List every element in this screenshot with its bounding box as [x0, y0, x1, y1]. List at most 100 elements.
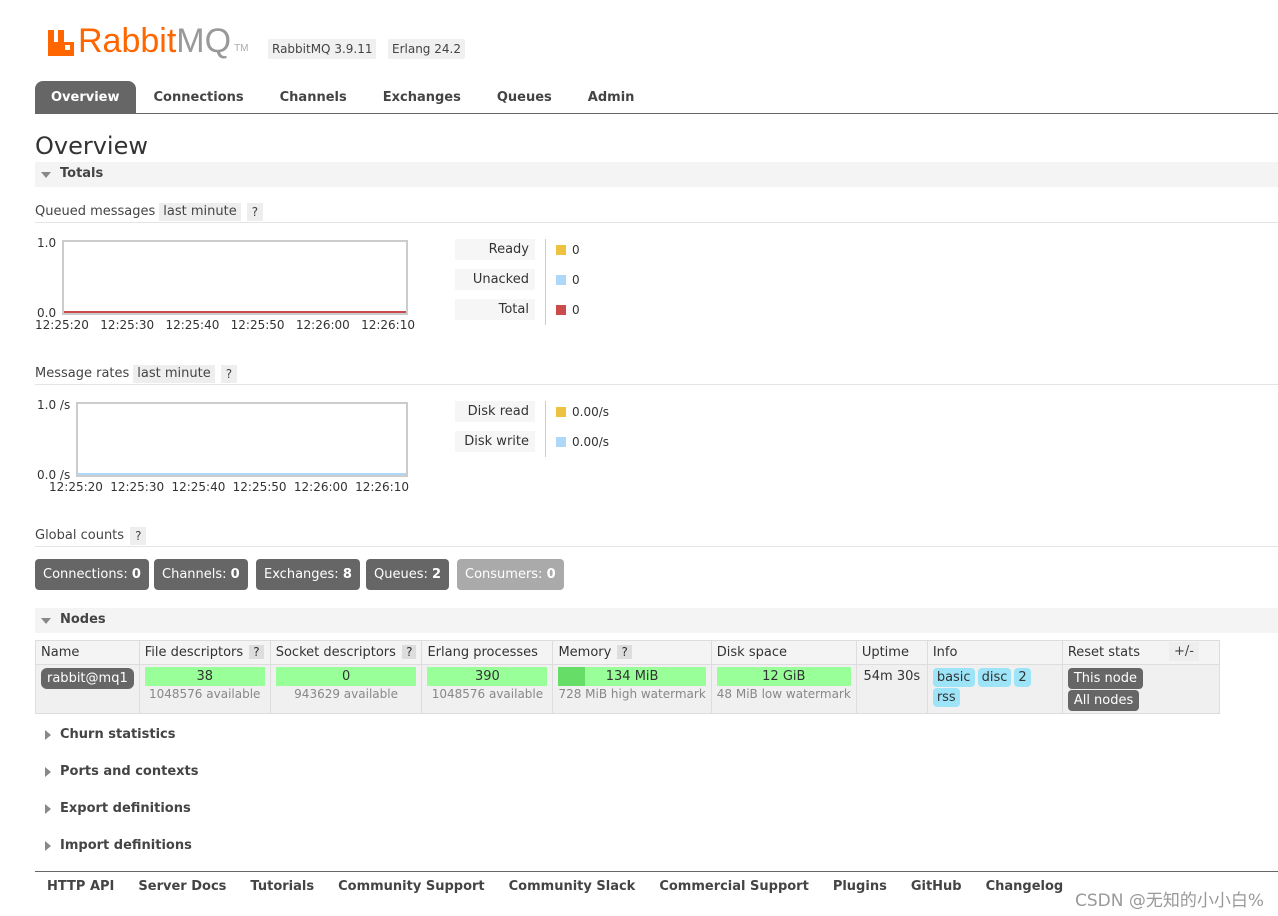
info-basic-badge[interactable]: basic — [932, 668, 975, 687]
footer-link-tutorials[interactable]: Tutorials — [250, 879, 314, 894]
footer-divider — [35, 871, 1278, 872]
node-name-link[interactable]: rabbit@mq1 — [41, 668, 134, 689]
count-label: Queues: — [374, 567, 428, 582]
queued-messages-header: Queued messages last minute ? — [35, 202, 264, 222]
logo-trademark: TM — [234, 43, 249, 54]
x-tick: 12:25:50 — [230, 318, 285, 332]
x-tick: 12:26:00 — [293, 480, 348, 494]
import-definitions-section[interactable]: Import definitions — [45, 838, 192, 853]
ports-and-contexts-section[interactable]: Ports and contexts — [45, 764, 198, 779]
totals-section-header[interactable]: Totals — [35, 162, 1278, 187]
help-button[interactable]: ? — [249, 645, 264, 659]
legend-divider — [545, 239, 546, 325]
footer-link-http-api[interactable]: HTTP API — [47, 879, 114, 894]
logo-text-mq: MQ — [176, 22, 232, 60]
legend-disk-read-value: 0.00/s — [556, 401, 609, 422]
disk-read-swatch — [556, 406, 566, 417]
tab-exchanges[interactable]: Exchanges — [365, 81, 479, 114]
watermark-text: CSDN @无知的小小白% — [1074, 891, 1264, 911]
reset-this-node-button[interactable]: This node — [1067, 668, 1143, 689]
legend-ready-label: Ready — [455, 239, 535, 260]
info-disc-badge[interactable]: disc — [977, 668, 1012, 687]
tab-admin[interactable]: Admin — [570, 81, 653, 114]
queued-x-axis: 12:25:20 12:25:30 12:25:40 12:25:50 12:2… — [35, 318, 415, 332]
section-label: Export definitions — [60, 801, 191, 816]
x-tick: 12:25:30 — [100, 318, 155, 332]
footer-link-plugins[interactable]: Plugins — [833, 879, 887, 894]
info-rss-badge[interactable]: rss — [932, 688, 960, 707]
footer-link-community-support[interactable]: Community Support — [338, 879, 485, 894]
count-label: Exchanges: — [264, 567, 339, 582]
help-button[interactable]: ? — [617, 645, 632, 659]
memory-value: 134 MiB — [605, 669, 659, 684]
col-info: Info — [926, 640, 1063, 665]
footer-links: HTTP API Server Docs Tutorials Community… — [47, 879, 1087, 894]
nodes-table: Name File descriptors ? Socket descripto… — [35, 640, 1220, 714]
cell-uptime: 54m 30s — [855, 664, 928, 714]
col-uptime: Uptime — [855, 640, 928, 665]
connections-count-button[interactable]: Connections: 0 — [35, 559, 149, 590]
footer-link-community-slack[interactable]: Community Slack — [509, 879, 636, 894]
table-row: rabbit@mq1 38 1048576 available 0 943629… — [35, 664, 1220, 714]
logo-text-rabbit: Rabbit — [78, 22, 177, 60]
count-value: 0 — [131, 567, 141, 582]
totals-label: Totals — [60, 166, 104, 181]
col-memory: Memory ? — [552, 640, 712, 665]
help-button[interactable]: ? — [402, 645, 417, 659]
footer-link-commercial-support[interactable]: Commercial Support — [659, 879, 809, 894]
message-rates-header: Message rates last minute ? — [35, 364, 238, 384]
count-label: Connections: — [43, 567, 128, 582]
memory-bar: 134 MiB — [558, 667, 706, 686]
tab-queues[interactable]: Queues — [479, 81, 570, 114]
fd-bar: 38 — [144, 667, 265, 686]
queued-legend: Ready Unacked Total 0 0 0 — [455, 239, 580, 325]
tab-overview[interactable]: Overview — [35, 81, 136, 114]
col-label: Socket descriptors — [275, 645, 396, 660]
tab-channels[interactable]: Channels — [262, 81, 365, 114]
cell-reset-stats: This nodeAll nodes — [1061, 664, 1220, 714]
global-counts-help-button[interactable]: ? — [130, 527, 147, 545]
legend-unacked-label: Unacked — [455, 269, 535, 290]
rates-range-selector[interactable]: last minute — [133, 365, 215, 383]
channels-count-button[interactable]: Channels: 0 — [154, 559, 248, 590]
exchanges-count-button[interactable]: Exchanges: 8 — [256, 559, 360, 590]
expand-triangle-icon — [45, 803, 51, 814]
legend-divider — [545, 401, 546, 457]
unacked-swatch — [556, 274, 566, 285]
erlang-badge: Erlang 24.2 — [388, 39, 465, 59]
legend-total-value: 0 — [556, 299, 580, 320]
rates-legend: Disk read Disk write 0.00/s 0.00/s — [455, 401, 609, 457]
tab-connections[interactable]: Connections — [136, 81, 262, 114]
count-value: 2 — [432, 567, 442, 582]
info-count-badge[interactable]: 2 — [1014, 668, 1031, 687]
erl-bar: 390 — [427, 667, 548, 686]
queued-messages-chart — [62, 240, 408, 315]
total-swatch — [556, 304, 566, 315]
disk-watermark: 48 MiB low watermark — [716, 687, 851, 701]
legend-unacked-value: 0 — [556, 269, 580, 290]
reset-all-nodes-button[interactable]: All nodes — [1067, 690, 1140, 711]
export-definitions-section[interactable]: Export definitions — [45, 801, 191, 816]
queued-range-selector[interactable]: last minute — [159, 203, 241, 221]
footer-link-changelog[interactable]: Changelog — [986, 879, 1064, 894]
count-value: 0 — [230, 567, 240, 582]
toggle-columns-button[interactable]: +/- — [1169, 642, 1199, 661]
erl-available: 1048576 available — [431, 687, 544, 701]
nodes-section-header[interactable]: Nodes — [35, 608, 1278, 633]
sd-bar: 0 — [275, 667, 417, 686]
disk-write-swatch — [556, 436, 566, 447]
footer-link-github[interactable]: GitHub — [911, 879, 962, 894]
cell-file-descriptors: 38 1048576 available — [138, 664, 271, 714]
rates-help-button[interactable]: ? — [220, 365, 238, 383]
rabbitmq-logo[interactable]: RabbitMQ TM — [46, 22, 249, 58]
queues-count-button[interactable]: Queues: 2 — [366, 559, 450, 590]
churn-statistics-section[interactable]: Churn statistics — [45, 727, 176, 742]
x-tick: 12:25:50 — [232, 480, 287, 494]
col-label: Memory — [558, 645, 612, 660]
col-label: File descriptors — [144, 645, 244, 660]
footer-link-server-docs[interactable]: Server Docs — [138, 879, 226, 894]
x-tick: 12:25:40 — [171, 480, 226, 494]
fd-value: 38 — [196, 669, 213, 684]
queued-help-button[interactable]: ? — [246, 203, 264, 221]
consumers-count-button[interactable]: Consumers: 0 — [457, 559, 564, 590]
